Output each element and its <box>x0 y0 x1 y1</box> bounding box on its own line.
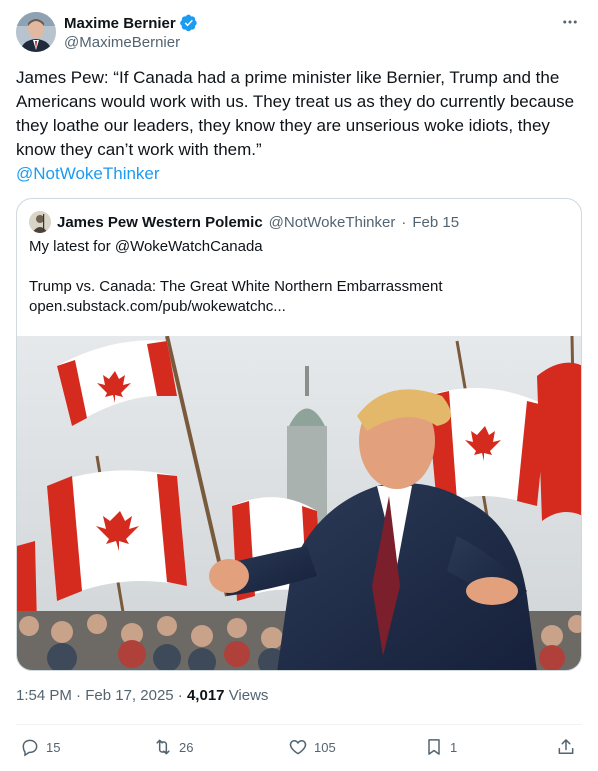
tweet-body: James Pew: “If Canada had a prime minist… <box>16 68 575 159</box>
reply-button[interactable]: 15 <box>20 735 60 759</box>
divider <box>16 724 582 725</box>
quoted-line-3[interactable]: open.substack.com/pub/wokewatchc... <box>29 297 569 317</box>
meta-separator-2: · <box>177 687 183 704</box>
tweet-date[interactable]: Feb 17, 2025 <box>85 687 173 704</box>
like-icon <box>288 737 308 757</box>
author-names: Maxime Bernier @MaximeBernier <box>64 13 198 53</box>
quoted-separator: · <box>401 213 407 231</box>
share-button[interactable] <box>556 735 576 759</box>
meta-separator-1: · <box>76 687 82 704</box>
quoted-tweet-body: My latest for @WokeWatchCanada Trump vs.… <box>29 237 569 317</box>
quoted-tweet-image[interactable] <box>17 336 581 670</box>
share-icon <box>556 737 576 757</box>
quoted-line-1: My latest for @WokeWatchCanada <box>29 238 263 255</box>
quoted-line-2: Trump vs. Canada: The Great White Northe… <box>29 278 443 295</box>
tweet-mention-link[interactable]: @NotWokeThinker <box>16 162 582 186</box>
author-avatar[interactable] <box>16 12 56 52</box>
views-count: 4,017 <box>186 687 225 704</box>
quoted-date: Feb 15 <box>412 213 460 231</box>
tweet-header: Maxime Bernier @MaximeBernier <box>16 12 582 56</box>
more-icon[interactable] <box>558 12 582 32</box>
tweet-time[interactable]: 1:54 PM <box>16 687 72 704</box>
action-bar: 15 26 105 1 <box>16 735 582 759</box>
author-handle[interactable]: @MaximeBernier <box>64 33 198 53</box>
repost-icon <box>153 737 173 757</box>
bookmark-button[interactable]: 1 <box>424 735 457 759</box>
quoted-author-avatar[interactable] <box>29 211 51 233</box>
quoted-author-handle: @NotWokeThinker <box>268 213 396 231</box>
quoted-author-name: James Pew Western Polemic <box>57 213 263 231</box>
quoted-tweet-header: James Pew Western Polemic @NotWokeThinke… <box>29 211 459 233</box>
repost-button[interactable]: 26 <box>153 735 193 759</box>
tweet-meta: 1:54 PM · Feb 17, 2025 · 4,017 Views <box>16 686 268 706</box>
bookmark-count: 1 <box>450 739 458 755</box>
quoted-tweet-card[interactable]: James Pew Western Polemic @NotWokeThinke… <box>16 198 582 671</box>
tweet-text: James Pew: “If Canada had a prime minist… <box>16 66 582 186</box>
like-button[interactable]: 105 <box>288 735 336 759</box>
author-display-name[interactable]: Maxime Bernier <box>64 15 176 32</box>
reply-count: 15 <box>46 739 61 755</box>
repost-count: 26 <box>179 739 194 755</box>
reply-icon <box>20 737 40 757</box>
like-count: 105 <box>314 739 336 755</box>
verified-badge-icon <box>179 14 198 32</box>
views-label: Views <box>228 687 269 704</box>
bookmark-icon <box>424 737 444 757</box>
